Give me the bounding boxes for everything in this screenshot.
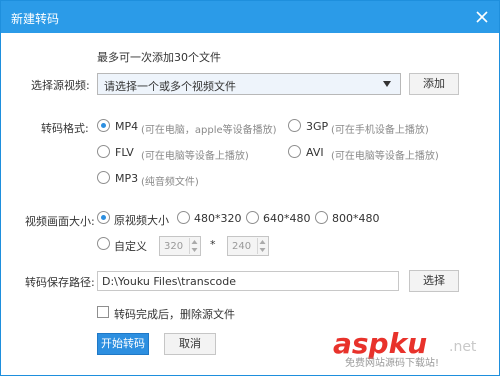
size-radio-custom[interactable] (97, 237, 110, 250)
close-button[interactable] (473, 8, 491, 26)
size-radio-640x480[interactable] (246, 211, 259, 224)
format-note-avi: (可在电脑等设备上播放) (331, 151, 439, 162)
save-path-value: D:\Youku Files\transcode (102, 275, 236, 288)
size-option-800x480: 800*480 (332, 212, 380, 225)
stepper-arrows-icon (191, 240, 198, 252)
svg-text:.net: .net (449, 339, 477, 355)
title-bar: 新建转码 (1, 1, 499, 33)
format-radio-3gp[interactable] (288, 119, 301, 132)
save-path-field[interactable]: D:\Youku Files\transcode (97, 271, 399, 291)
size-option-480x320: 480*320 (194, 212, 242, 225)
custom-height-stepper[interactable]: 240 (227, 236, 269, 256)
format-name-3gp: 3GP (306, 120, 329, 133)
source-video-label: 选择源视频: (31, 79, 90, 92)
format-name-avi: AVI (306, 146, 324, 159)
dialog-title: 新建转码 (11, 12, 60, 26)
cancel-button[interactable]: 取消 (164, 333, 216, 355)
format-radio-flv[interactable] (97, 145, 110, 158)
save-path-label: 转码保存路径: (25, 276, 95, 289)
format-label: 转码格式: (41, 122, 89, 135)
stepper-arrows-icon (259, 240, 266, 252)
size-option-custom: 自定义 (114, 240, 147, 253)
custom-width-arrows[interactable] (189, 238, 199, 254)
add-button[interactable]: 添加 (409, 73, 459, 95)
size-radio-original[interactable] (97, 211, 110, 224)
custom-width-stepper[interactable]: 320 (159, 236, 201, 256)
custom-height-arrows[interactable] (257, 238, 267, 254)
source-video-select[interactable]: 请选择一个或多个视频文件 (97, 73, 401, 95)
size-option-original: 原视频大小 (114, 214, 169, 227)
choose-path-button[interactable]: 选择 (409, 270, 459, 292)
max-files-hint: 最多可一次添加30个文件 (97, 51, 221, 64)
size-radio-800x480[interactable] (315, 211, 328, 224)
custom-width-value: 320 (164, 241, 184, 252)
size-radio-480x320[interactable] (177, 211, 190, 224)
custom-height-value: 240 (232, 241, 252, 252)
format-note-3gp: (可在手机设备上播放) (331, 125, 429, 136)
format-note-mp3: (纯音频文件) (141, 177, 199, 188)
new-transcode-dialog: 新建转码 最多可一次添加30个文件 选择源视频: 请选择一个或多个视频文件 添加… (0, 0, 500, 376)
svg-text:免费网站源码下载站!: 免费网站源码下载站! (345, 356, 439, 369)
format-note-flv: (可在电脑等设备上播放) (141, 151, 249, 162)
chevron-down-icon (383, 81, 391, 87)
aspku-watermark-logo: aspku .net 免费网站源码下载站! (331, 327, 491, 369)
custom-size-separator: * (210, 238, 216, 251)
source-video-select-value: 请选择一个或多个视频文件 (104, 80, 236, 93)
format-radio-mp3[interactable] (97, 171, 110, 184)
start-transcode-button[interactable]: 开始转码 (97, 333, 149, 355)
video-size-label: 视频画面大小: (25, 215, 95, 228)
delete-source-checkbox[interactable] (97, 306, 109, 318)
format-radio-mp4[interactable] (97, 119, 110, 132)
format-radio-avi[interactable] (288, 145, 301, 158)
delete-source-label: 转码完成后，删除源文件 (114, 308, 235, 321)
svg-text:aspku: aspku (333, 327, 427, 360)
format-name-mp3: MP3 (115, 172, 139, 185)
size-option-640x480: 640*480 (263, 212, 311, 225)
format-name-flv: FLV (115, 146, 134, 159)
aspku-logo-image: aspku .net 免费网站源码下载站! (333, 327, 477, 369)
format-name-mp4: MP4 (115, 120, 139, 133)
close-icon (476, 11, 488, 23)
format-note-mp4: (可在电脑，apple等设备播放) (141, 125, 277, 136)
